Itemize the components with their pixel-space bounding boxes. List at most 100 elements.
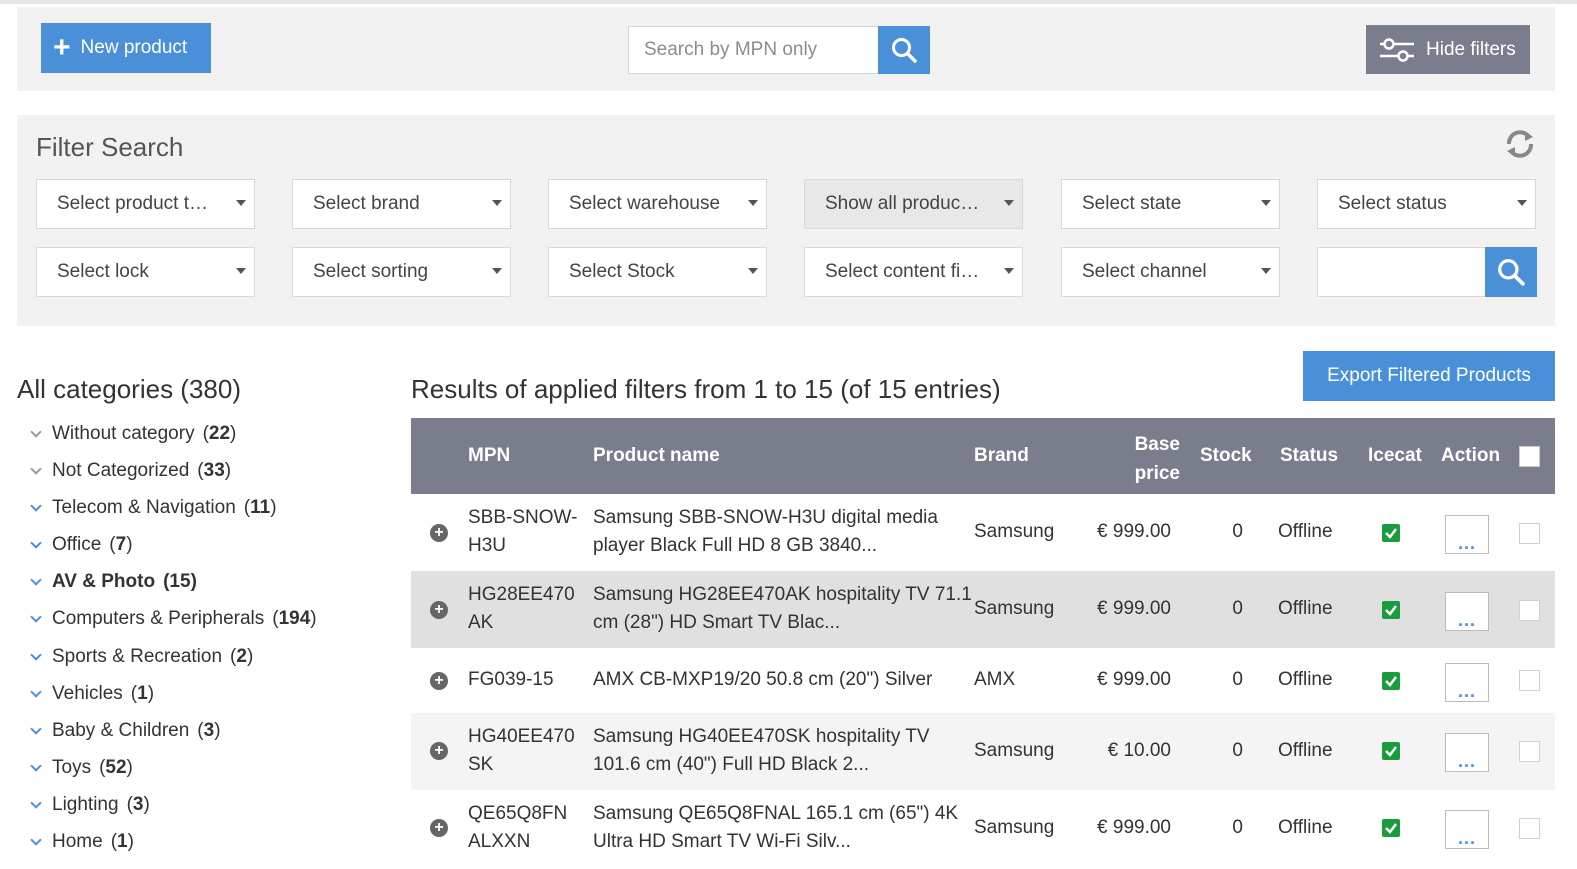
category-item[interactable]: Vehicles (1) — [30, 683, 155, 705]
category-name: Lighting — [52, 794, 119, 815]
column-header-stock[interactable]: Stock — [1200, 445, 1252, 467]
category-item[interactable]: Home (1) — [30, 831, 134, 853]
category-item[interactable]: Office (7) — [30, 534, 133, 556]
row-brand: Samsung — [974, 740, 1055, 761]
row-product-name[interactable]: Samsung HG28EE470AK hospitality TV 71.1 c… — [593, 581, 972, 637]
row-checkbox[interactable] — [1519, 523, 1540, 544]
chevron-down-icon — [30, 573, 42, 586]
hide-filters-label: Hide filters — [1426, 38, 1516, 60]
category-item[interactable]: Not Categorized (33) — [30, 460, 232, 482]
chevron-down-icon — [30, 759, 42, 772]
select-show-products[interactable]: Show all produc… — [804, 179, 1023, 229]
select-product-type[interactable]: Select product t… — [36, 179, 255, 229]
row-checkbox[interactable] — [1519, 818, 1540, 839]
row-product-name[interactable]: Samsung QE65Q8FNAL 165.1 cm (65") 4K Ultr… — [593, 800, 958, 856]
column-header-status[interactable]: Status — [1280, 445, 1338, 467]
category-item-active[interactable]: AV & Photo (15) — [30, 571, 197, 593]
category-count: (33) — [197, 460, 232, 481]
category-count: (15) — [163, 571, 197, 592]
row-checkbox[interactable] — [1519, 741, 1540, 762]
row-status: Offline — [1278, 669, 1333, 690]
filter-search-button[interactable] — [1485, 247, 1537, 297]
expand-row-icon[interactable]: + — [430, 672, 448, 690]
row-base-price: € 10.00 — [1107, 740, 1171, 761]
row-brand: Samsung — [974, 521, 1055, 542]
category-count: (2) — [230, 646, 254, 667]
chevron-down-icon — [1004, 268, 1014, 274]
category-count: (3) — [126, 794, 150, 815]
row-base-price: € 999.00 — [1097, 817, 1171, 838]
select-channel[interactable]: Select channel — [1061, 247, 1280, 297]
filter-title: Filter Search — [36, 132, 184, 162]
expand-row-icon[interactable]: + — [430, 819, 448, 837]
row-product-name[interactable]: AMX CB-MXP19/20 50.8 cm (20") Silver — [593, 666, 932, 694]
row-action-button[interactable]: ... — [1445, 663, 1489, 702]
icecat-check-icon — [1382, 672, 1400, 690]
select-warehouse[interactable]: Select warehouse — [548, 179, 767, 229]
select-state[interactable]: Select state — [1061, 179, 1280, 229]
chevron-down-icon — [30, 833, 42, 846]
category-count: (3) — [197, 720, 221, 741]
select-lock[interactable]: Select lock — [36, 247, 255, 297]
expand-row-icon[interactable]: + — [430, 742, 448, 760]
column-header-base-price[interactable]: Base price — [1111, 430, 1180, 488]
new-product-button[interactable]: + New product — [41, 23, 211, 73]
select-stock[interactable]: Select Stock — [548, 247, 767, 297]
category-item[interactable]: Telecom & Navigation (11) — [30, 497, 277, 519]
row-status: Offline — [1278, 598, 1333, 619]
mpn-search-button[interactable] — [878, 26, 930, 74]
chevron-down-icon — [748, 268, 758, 274]
select-sorting[interactable]: Select sorting — [292, 247, 511, 297]
export-filtered-products-button[interactable]: Export Filtered Products — [1303, 351, 1555, 401]
column-header-icecat[interactable]: Icecat — [1368, 445, 1422, 467]
row-checkbox[interactable] — [1519, 600, 1540, 621]
category-item[interactable]: Computers & Peripherals (194) — [30, 608, 317, 630]
select-brand[interactable]: Select brand — [292, 179, 511, 229]
select-label: Select sorting — [313, 261, 429, 282]
hide-filters-button[interactable]: Hide filters — [1366, 25, 1530, 74]
row-action-button[interactable]: ... — [1445, 592, 1489, 631]
category-count: (1) — [130, 683, 155, 704]
select-status[interactable]: Select status — [1317, 179, 1536, 229]
category-item[interactable]: Baby & Children (3) — [30, 720, 221, 742]
row-mpn: QE65Q8FN ALXXN — [468, 803, 568, 852]
row-checkbox[interactable] — [1519, 670, 1540, 691]
column-header-product-name[interactable]: Product name — [593, 445, 720, 467]
expand-row-icon[interactable]: + — [430, 601, 448, 619]
plus-icon: + — [53, 31, 71, 64]
row-action-button[interactable]: ... — [1445, 733, 1489, 772]
row-product-name[interactable]: Samsung SBB-SNOW-H3U digital media player… — [593, 504, 938, 560]
row-action-button[interactable]: ... — [1445, 810, 1489, 849]
top-border — [0, 0, 1577, 4]
filter-panel: Filter Search Select product t… Select b… — [17, 115, 1555, 326]
row-action-button[interactable]: ... — [1445, 515, 1489, 554]
column-header-brand[interactable]: Brand — [974, 445, 1029, 467]
row-status: Offline — [1278, 817, 1333, 838]
select-label: Show all produc… — [825, 193, 980, 214]
category-name: Sports & Recreation — [52, 646, 223, 667]
row-base-price: € 999.00 — [1097, 598, 1171, 619]
table-row: + HG28EE470 AK Samsung HG28EE470AK hospit… — [411, 571, 1555, 648]
select-content-filter[interactable]: Select content fi… — [804, 247, 1023, 297]
category-item[interactable]: Toys (52) — [30, 757, 133, 779]
row-product-name[interactable]: Samsung HG40EE470SK hospitality TV 101.6 … — [593, 723, 930, 779]
filter-search-input[interactable] — [1317, 247, 1487, 297]
chevron-down-icon — [30, 462, 42, 475]
category-item[interactable]: Lighting (3) — [30, 794, 150, 816]
category-name: Vehicles — [52, 683, 123, 704]
select-label: Select brand — [313, 193, 420, 214]
select-label: Select lock — [57, 261, 149, 282]
column-header-mpn[interactable]: MPN — [468, 445, 510, 467]
results-title: Results of applied filters from 1 to 15 … — [411, 374, 1001, 404]
category-name: Home — [52, 831, 103, 852]
select-label: Select product t… — [57, 193, 209, 214]
select-all-checkbox[interactable] — [1519, 446, 1540, 467]
category-item[interactable]: Sports & Recreation (2) — [30, 646, 254, 668]
chevron-down-icon — [30, 536, 42, 549]
mpn-search-input[interactable] — [628, 26, 880, 74]
chevron-down-icon — [30, 499, 42, 512]
row-stock: 0 — [1232, 669, 1243, 690]
refresh-icon[interactable] — [1503, 127, 1537, 161]
category-item[interactable]: Without category (22) — [30, 423, 236, 445]
expand-row-icon[interactable]: + — [430, 524, 448, 542]
